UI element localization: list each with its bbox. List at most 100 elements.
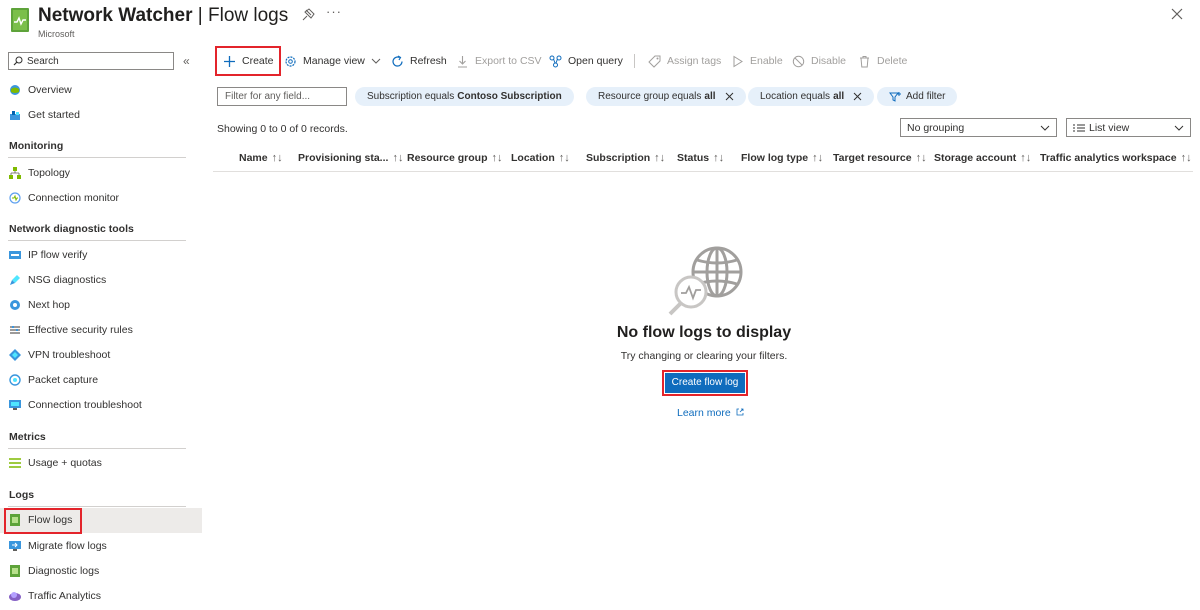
sidebar-item-connection-monitor[interactable]: Connection monitor: [0, 186, 202, 211]
sidebar-item-ip-flow-verify[interactable]: IP flow verify: [0, 243, 202, 268]
collapse-sidebar-icon[interactable]: «: [183, 54, 190, 68]
topology-icon: [9, 167, 21, 179]
column-label: Status: [677, 152, 710, 164]
column-label: Provisioning sta...: [298, 152, 389, 164]
sidebar-item-topology[interactable]: Topology: [0, 161, 202, 186]
chevron-down-icon: [1174, 125, 1184, 131]
pin-icon[interactable]: [301, 8, 315, 22]
open-query-label: Open query: [568, 55, 623, 67]
column-header-flow-log-type[interactable]: Flow log type ↑↓: [741, 152, 823, 164]
sort-icon: ↑↓: [915, 152, 927, 164]
sidebar-search[interactable]: [8, 52, 174, 70]
column-header-status[interactable]: Status ↑↓: [677, 152, 724, 164]
flow-logs-highlight: [4, 508, 82, 534]
column-label: Flow log type: [741, 152, 809, 164]
grouping-dropdown[interactable]: No grouping: [900, 118, 1057, 137]
sidebar-item-packet-capture[interactable]: Packet capture: [0, 368, 202, 393]
column-header-location[interactable]: Location ↑↓: [511, 152, 570, 164]
block-icon: [792, 55, 805, 67]
remove-filter-icon[interactable]: [725, 92, 734, 101]
sidebar-item-diagnostic-logs[interactable]: Diagnostic logs: [0, 559, 202, 584]
play-icon: [733, 55, 743, 67]
connection-monitor-icon: [9, 192, 21, 204]
table-header: Name ↑↓ Provisioning sta... ↑↓ Resource gr…: [213, 146, 1193, 172]
section-header-diagnostic-tools: Network diagnostic tools: [9, 223, 134, 235]
more-options-icon[interactable]: ···: [326, 4, 342, 19]
page-title: Network Watcher | Flow logs: [38, 5, 288, 27]
column-header-target-resource[interactable]: Target resource ↑↓: [833, 152, 927, 164]
migrate-flow-logs-icon: [9, 541, 21, 551]
nsg-diagnostics-icon: [10, 275, 20, 285]
add-filter-label: Add filter: [906, 91, 946, 102]
close-icon[interactable]: [1170, 7, 1184, 21]
empty-state-globe-icon: [668, 246, 743, 316]
section-divider: [8, 240, 186, 241]
refresh-button[interactable]: Refresh: [391, 46, 447, 76]
sidebar-item-label: IP flow verify: [28, 249, 88, 261]
filter-field[interactable]: [217, 87, 347, 106]
sidebar-item-label: Connection troubleshoot: [28, 399, 142, 411]
ip-flow-verify-icon: [9, 251, 21, 259]
sort-icon: ↑↓: [1180, 152, 1192, 164]
column-header-name[interactable]: Name ↑↓: [239, 152, 283, 164]
column-label: Traffic analytics workspace: [1040, 152, 1177, 164]
disable-label: Disable: [811, 55, 847, 67]
enable-button[interactable]: Enable: [731, 46, 783, 76]
sidebar-item-nsg-diagnostics[interactable]: NSG diagnostics: [0, 268, 202, 293]
add-filter-icon: [889, 91, 901, 102]
sidebar-item-label: Get started: [28, 109, 80, 121]
assign-tags-label: Assign tags: [667, 55, 722, 67]
column-header-traffic-workspace[interactable]: Traffic analytics workspace ↑↓: [1040, 152, 1192, 164]
sidebar-item-label: Connection monitor: [28, 192, 120, 204]
column-label: Target resource: [833, 152, 912, 164]
view-dropdown[interactable]: List view: [1066, 118, 1191, 137]
create-highlight: [215, 46, 281, 76]
sidebar-item-migrate-flow-logs[interactable]: Migrate flow logs: [0, 534, 202, 559]
download-icon: [458, 55, 467, 68]
command-bar: Create Manage view Refresh Export to CSV…: [213, 46, 1193, 76]
sidebar-item-get-started[interactable]: Get started: [0, 103, 202, 128]
disable-button[interactable]: Disable: [792, 46, 846, 76]
filter-value: Contoso Subscription: [457, 91, 562, 102]
column-label: Name: [239, 152, 268, 164]
sidebar-item-traffic-analytics[interactable]: Traffic Analytics: [0, 584, 202, 609]
query-icon: [549, 55, 562, 67]
open-query-button[interactable]: Open query: [549, 46, 623, 76]
overview-icon: [10, 85, 20, 95]
column-header-provisioning[interactable]: Provisioning sta... ↑↓: [298, 152, 403, 164]
sidebar-item-label: Packet capture: [28, 374, 99, 386]
manage-view-button[interactable]: Manage view: [284, 46, 381, 76]
learn-more-label: Learn more: [677, 407, 731, 419]
subscription-filter-pill[interactable]: Subscription equals Contoso Subscription: [355, 87, 574, 106]
gear-icon: [285, 55, 296, 67]
search-icon: [13, 56, 23, 66]
page-header: Network Watcher | Flow logs Microsoft ··…: [0, 0, 1200, 44]
add-filter-button[interactable]: Add filter: [877, 87, 958, 106]
export-csv-button[interactable]: Export to CSV: [456, 46, 542, 76]
delete-button[interactable]: Delete: [858, 46, 907, 76]
sidebar-search-input[interactable]: [27, 53, 167, 69]
sort-icon: ↑↓: [812, 152, 824, 164]
sort-icon: ↑↓: [713, 152, 725, 164]
sort-icon: ↑↓: [558, 152, 570, 164]
sidebar-item-overview[interactable]: Overview: [0, 78, 202, 103]
column-header-storage-account[interactable]: Storage account ↑↓: [934, 152, 1031, 164]
resource-group-filter-pill[interactable]: Resource group equals all: [586, 87, 746, 106]
remove-filter-icon[interactable]: [853, 92, 862, 101]
tag-icon: [648, 55, 661, 68]
sort-icon: ↑↓: [392, 152, 404, 164]
filter-value: all: [833, 91, 845, 102]
assign-tags-button[interactable]: Assign tags: [648, 46, 721, 76]
location-filter-pill[interactable]: Location equals all: [748, 87, 875, 106]
column-header-subscription[interactable]: Subscription ↑↓: [586, 152, 665, 164]
sidebar-item-usage-quotas[interactable]: Usage + quotas: [0, 451, 202, 476]
filter-label: Subscription equals: [367, 91, 455, 102]
title-separator: |: [197, 5, 203, 26]
manage-view-label: Manage view: [303, 55, 365, 67]
create-flow-log-highlight: [662, 370, 748, 396]
column-header-resource-group[interactable]: Resource group ↑↓: [407, 152, 503, 164]
filter-input[interactable]: [225, 88, 345, 105]
sidebar-item-connection-troubleshoot[interactable]: Connection troubleshoot: [0, 393, 202, 418]
sidebar-item-next-hop[interactable]: Next hop: [0, 293, 202, 318]
learn-more-link[interactable]: Learn more: [677, 407, 744, 419]
